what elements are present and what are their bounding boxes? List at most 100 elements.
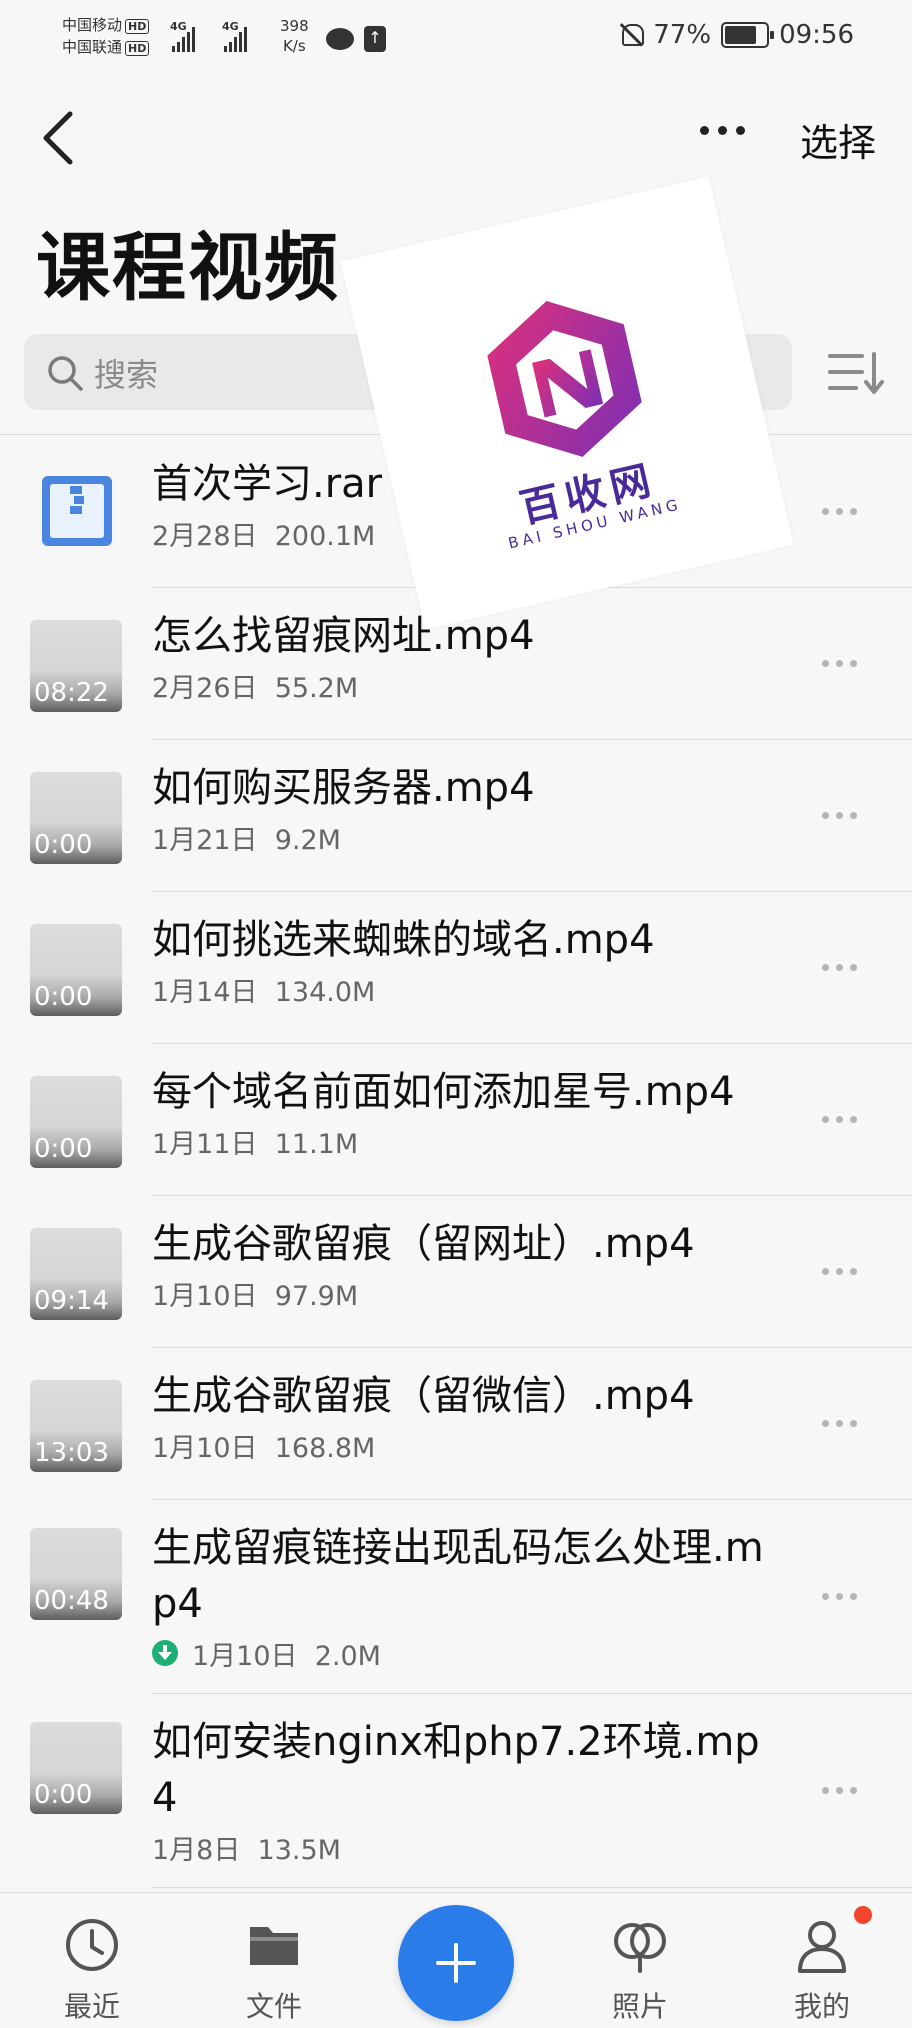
more-options-icon[interactable] [822, 508, 857, 515]
page-title: 课程视频 [36, 225, 340, 311]
video-duration: 13:03 [34, 1438, 109, 1468]
more-options-icon[interactable] [822, 660, 857, 667]
nav-label: 文件 [245, 1990, 302, 2023]
more-options-icon[interactable] [822, 1420, 857, 1427]
file-date: 1月8日 [152, 1835, 241, 1866]
nav-label: 最近 [63, 1990, 120, 2023]
network-type: 4G [170, 20, 187, 33]
file-row[interactable]: 0:00 如何安装nginx和php7.2环境.mp4 1月8日 13.5M [0, 1694, 912, 1888]
battery-icon [721, 22, 775, 48]
video-duration: 0:00 [34, 1780, 93, 1810]
status-right: 77% 09:56 [619, 20, 854, 50]
video-duration: 0:00 [34, 1134, 93, 1164]
carrier-info: 中国移动 HD 中国联通 HD [62, 14, 150, 58]
nav-photos[interactable]: 照片 [570, 1893, 710, 2028]
message-icon [326, 28, 354, 50]
hd-badge: HD [125, 19, 150, 34]
video-thumbnail: 08:22 [30, 620, 122, 712]
video-duration: 0:00 [34, 830, 93, 860]
more-options-icon[interactable] [822, 1593, 857, 1600]
file-size: 9.2M [274, 825, 341, 856]
hd-badge: HD [125, 41, 150, 56]
more-options-icon[interactable] [822, 1787, 857, 1794]
carrier-2: 中国联通 [62, 38, 123, 56]
back-arrow-icon[interactable] [38, 108, 82, 168]
photos-icon [614, 1923, 666, 1973]
file-meta: 2月28日 200.1M [152, 514, 375, 553]
file-name: 每个域名前面如何添加星号.mp4 [152, 1069, 735, 1115]
file-name: 生成留痕链接出现乱码怎么处理.mp4 [152, 1525, 764, 1627]
video-thumbnail: 0:00 [30, 1076, 122, 1168]
video-duration: 08:22 [34, 678, 109, 708]
archive-icon [38, 472, 116, 550]
file-size: 200.1M [274, 521, 376, 552]
notification-dot [854, 1906, 872, 1924]
file-size: 11.1M [274, 1129, 359, 1160]
signal-icon: 4G [222, 18, 247, 52]
file-row[interactable]: 0:00 如何购买服务器.mp4 1月21日 9.2M [0, 740, 912, 892]
file-row[interactable]: 09:14 生成谷歌留痕（留网址）.mp4 1月10日 97.9M [0, 1196, 912, 1348]
file-meta: 1月10日 168.8M [152, 1426, 375, 1465]
video-thumbnail: 13:03 [30, 1380, 122, 1472]
sort-icon[interactable] [828, 350, 884, 396]
file-meta: 1月11日 11.1M [152, 1122, 358, 1161]
nav-label: 我的 [793, 1990, 850, 2023]
video-thumbnail: 00:48 [30, 1528, 122, 1620]
nav-files[interactable]: 文件 [204, 1893, 344, 2028]
file-meta: 1月10日 2.0M [192, 1634, 381, 1673]
folder-icon [250, 1927, 298, 1965]
carrier-1: 中国移动 [62, 16, 123, 34]
speed-value: 398 [280, 17, 309, 35]
file-size: 55.2M [274, 673, 359, 704]
person-icon [798, 1921, 846, 1973]
video-thumbnail: 0:00 [30, 1722, 122, 1814]
file-name: 生成谷歌留痕（留网址）.mp4 [152, 1221, 695, 1267]
select-button[interactable]: 选择 [800, 112, 876, 167]
file-meta: 2月26日 55.2M [152, 666, 358, 705]
file-date: 1月21日 [152, 825, 258, 856]
bottom-nav: 最近 文件 照片 我的 [0, 1892, 912, 2028]
file-row[interactable]: 0:00 如何挑选来蜘蛛的域名.mp4 1月14日 134.0M [0, 892, 912, 1044]
file-row[interactable]: 13:03 生成谷歌留痕（留微信）.mp4 1月10日 168.8M [0, 1348, 912, 1500]
more-horizontal-icon[interactable] [700, 126, 745, 135]
clock-time: 09:56 [779, 20, 854, 50]
downloaded-icon [152, 1640, 178, 1666]
more-options-icon[interactable] [822, 964, 857, 971]
video-duration: 00:48 [34, 1586, 109, 1616]
video-thumbnail: 09:14 [30, 1228, 122, 1320]
signal-icon: 4G [170, 18, 195, 52]
file-date: 1月10日 [152, 1281, 258, 1312]
file-list: 首次学习.rar 2月28日 200.1M 08:22 怎么找留痕网址.mp4 2月26… [0, 436, 912, 1888]
nav-label: 照片 [611, 1990, 668, 2023]
more-options-icon[interactable] [822, 1268, 857, 1275]
add-button[interactable] [398, 1905, 514, 2021]
file-name: 生成谷歌留痕（留微信）.mp4 [152, 1373, 695, 1419]
more-options-icon[interactable] [822, 812, 857, 819]
search-icon [48, 356, 83, 391]
nav-recent[interactable]: 最近 [22, 1893, 162, 2028]
file-name: 如何挑选来蜘蛛的域名.mp4 [152, 917, 655, 963]
clock-icon [66, 1919, 118, 1971]
status-bar: 中国移动 HD 中国联通 HD 4G 4G 398 K/s ↑ 77% 09:56 [0, 0, 912, 74]
file-meta: 1月8日 13.5M [152, 1828, 341, 1867]
file-date: 1月11日 [152, 1129, 258, 1160]
file-row[interactable]: 0:00 每个域名前面如何添加星号.mp4 1月11日 11.1M [0, 1044, 912, 1196]
file-name: 如何安装nginx和php7.2环境.mp4 [152, 1719, 760, 1821]
file-date: 1月10日 [152, 1433, 258, 1464]
network-type: 4G [222, 20, 239, 33]
battery-percent: 77% [653, 20, 712, 50]
file-meta: 1月10日 97.9M [152, 1274, 358, 1313]
file-date: 2月28日 [152, 521, 258, 552]
file-size: 13.5M [257, 1835, 341, 1866]
video-duration: 0:00 [34, 982, 93, 1012]
file-row[interactable]: 00:48 生成留痕链接出现乱码怎么处理.mp4 1月10日 2.0M [0, 1500, 912, 1694]
file-size: 168.8M [274, 1433, 376, 1464]
search-placeholder: 搜索 [94, 356, 159, 394]
file-name: 如何购买服务器.mp4 [152, 765, 535, 811]
file-date: 2月26日 [152, 673, 258, 704]
more-options-icon[interactable] [822, 1116, 857, 1123]
network-speed: 398 K/s [280, 16, 309, 56]
bell-off-icon [619, 22, 645, 48]
row-divider [152, 1887, 912, 1888]
file-size: 134.0M [274, 977, 376, 1008]
